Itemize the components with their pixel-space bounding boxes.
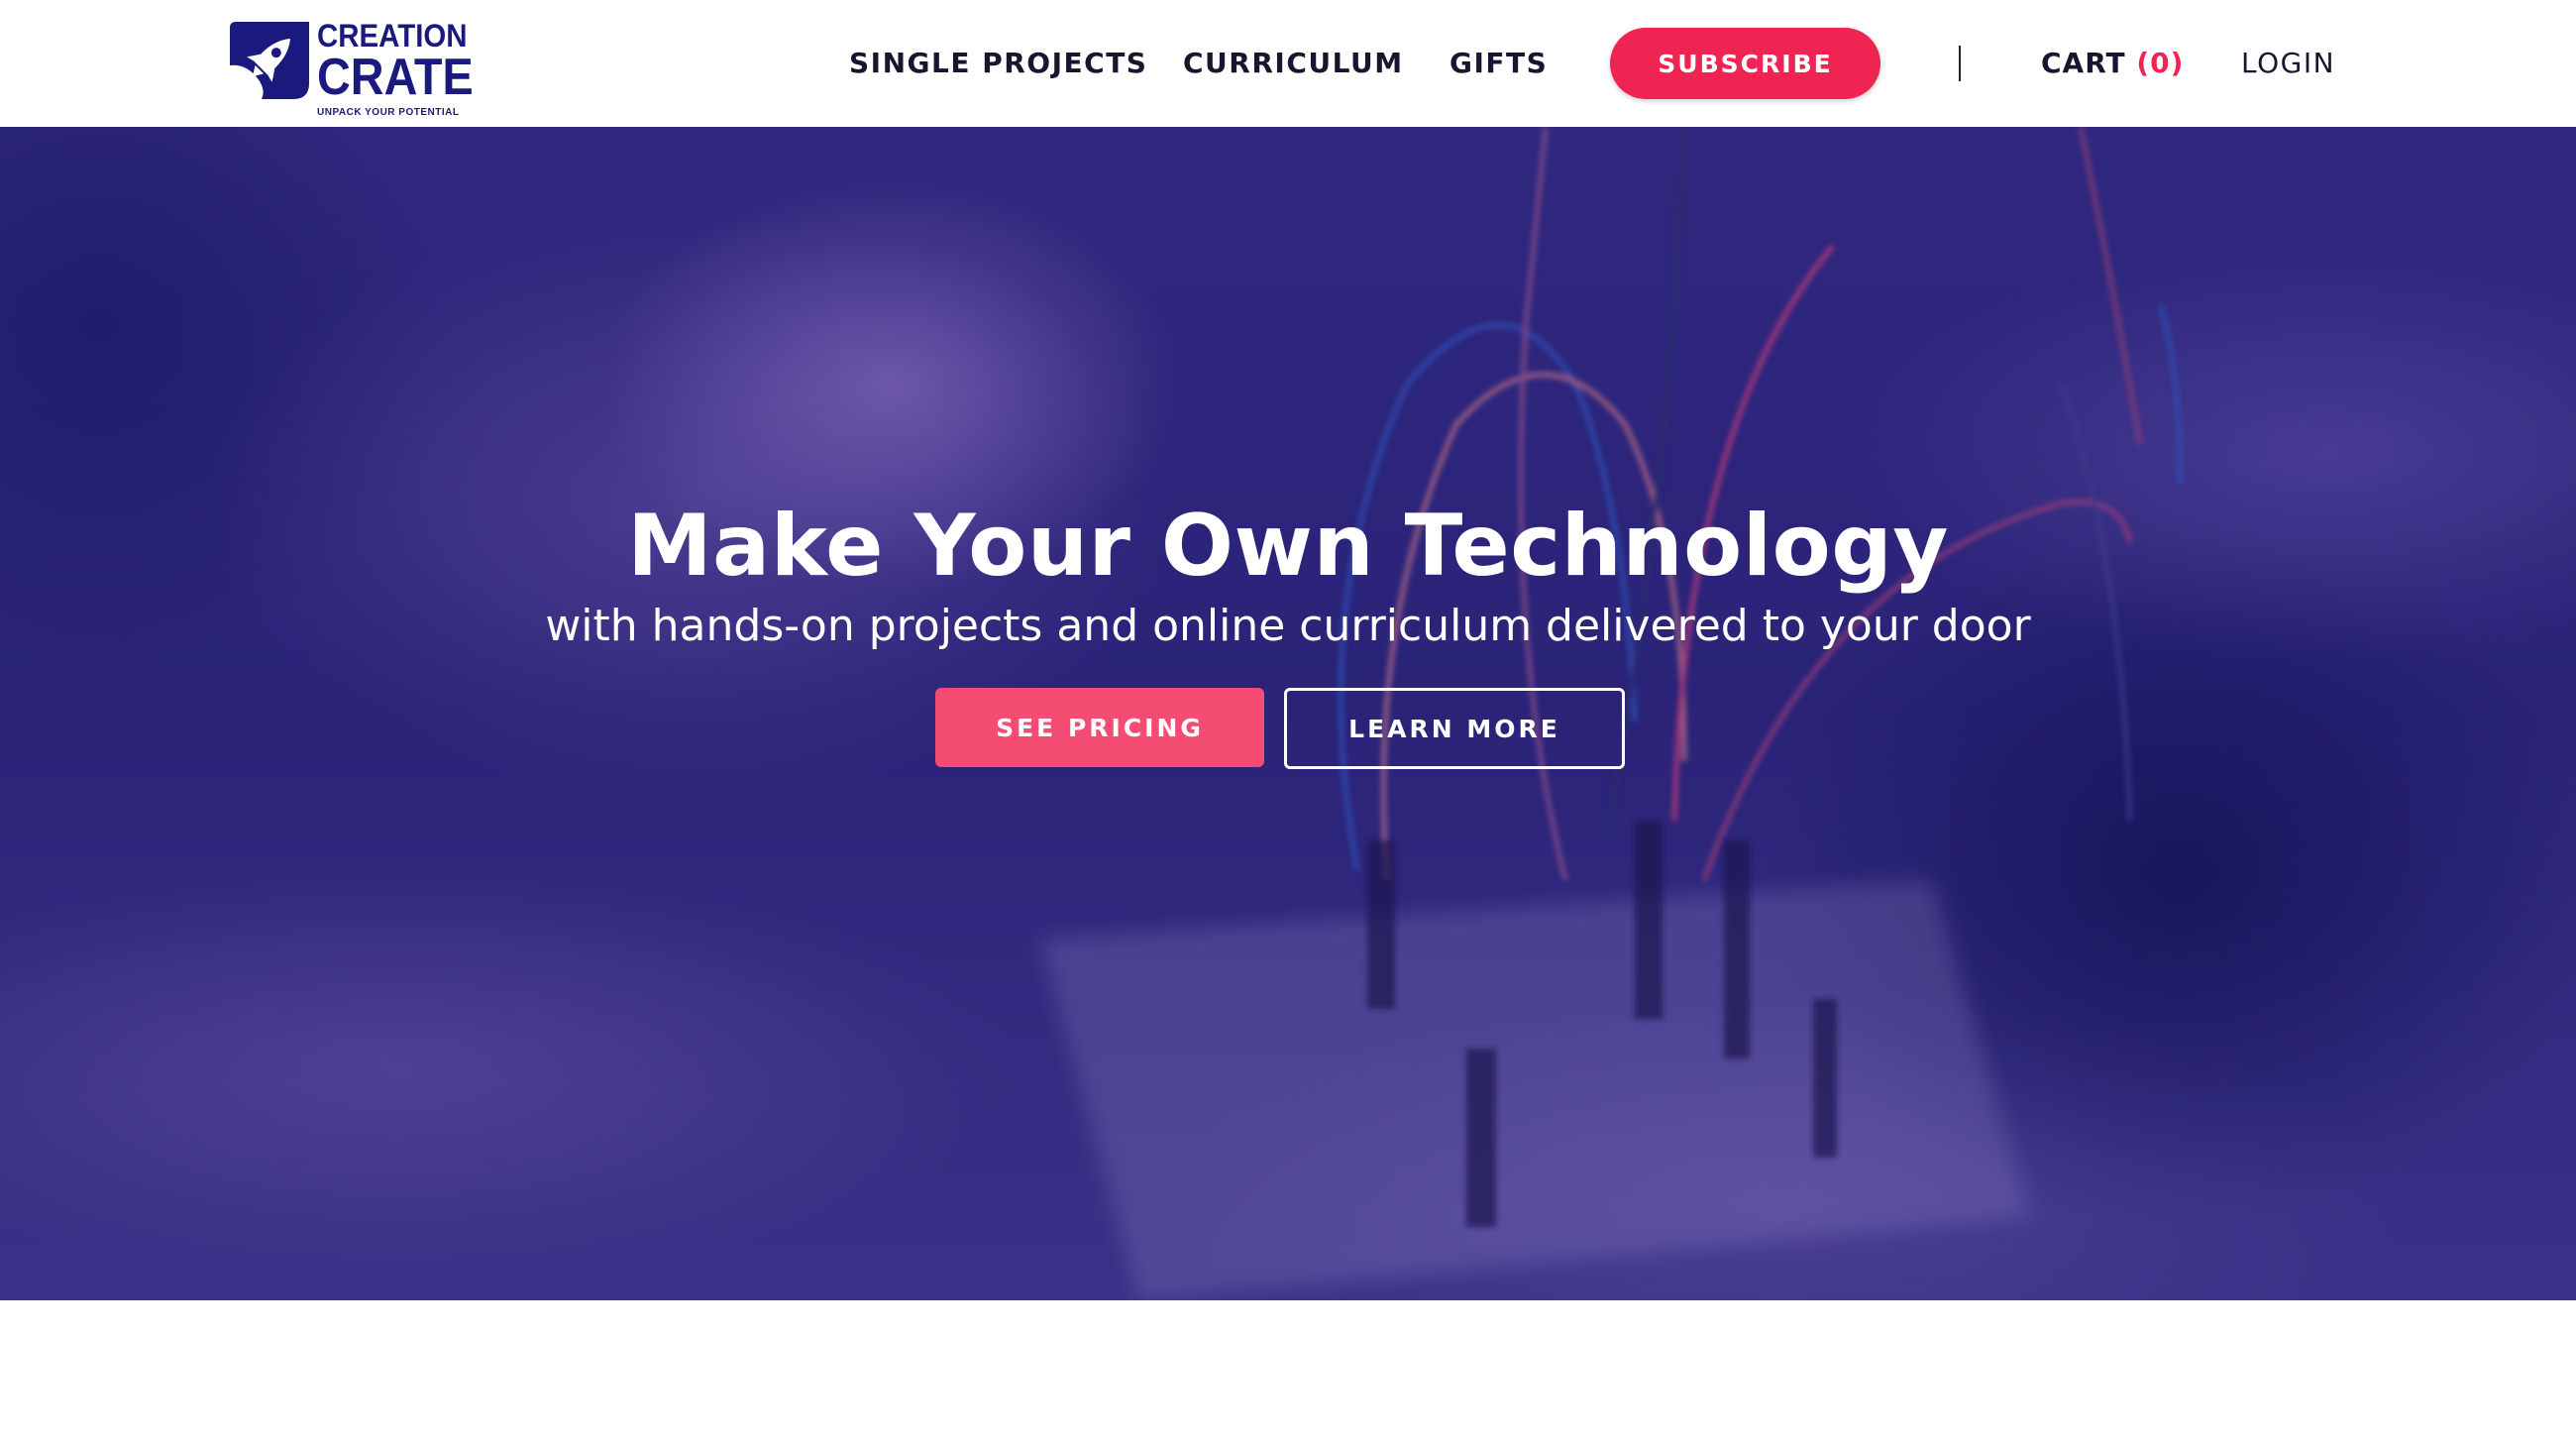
cart-label: CART (2041, 47, 2126, 79)
hero-subtitle: with hands-on projects and online curric… (545, 601, 2031, 651)
brand-logo[interactable]: CREATION CRATE UNPACK YOUR POTENTIAL (230, 20, 474, 119)
brand-name-bottom: CRATE (317, 49, 474, 106)
see-pricing-button[interactable]: SEE PRICING (935, 688, 1264, 767)
brand-name-top: CREATION (317, 18, 468, 54)
cart-count: (0) (2136, 47, 2185, 79)
rocket-icon (230, 22, 309, 99)
nav-gifts[interactable]: GIFTS (1449, 44, 1548, 83)
login-link[interactable]: LOGIN (2241, 44, 2335, 83)
brand-tagline: UNPACK YOUR POTENTIAL (317, 107, 460, 118)
site-header: CREATION CRATE UNPACK YOUR POTENTIAL SIN… (0, 0, 2576, 127)
nav-single-projects[interactable]: SINGLE PROJECTS (849, 44, 1147, 83)
cart-link[interactable]: CART (0) (2041, 44, 2184, 83)
hero-section: Make Your Own Technology with hands-on p… (0, 127, 2576, 1300)
subscribe-button[interactable]: SUBSCRIBE (1610, 28, 1880, 99)
nav-divider (1959, 46, 1961, 81)
hero-title: Make Your Own Technology (627, 497, 1949, 596)
nav-curriculum[interactable]: CURRICULUM (1183, 44, 1404, 83)
learn-more-button[interactable]: LEARN MORE (1284, 688, 1625, 769)
